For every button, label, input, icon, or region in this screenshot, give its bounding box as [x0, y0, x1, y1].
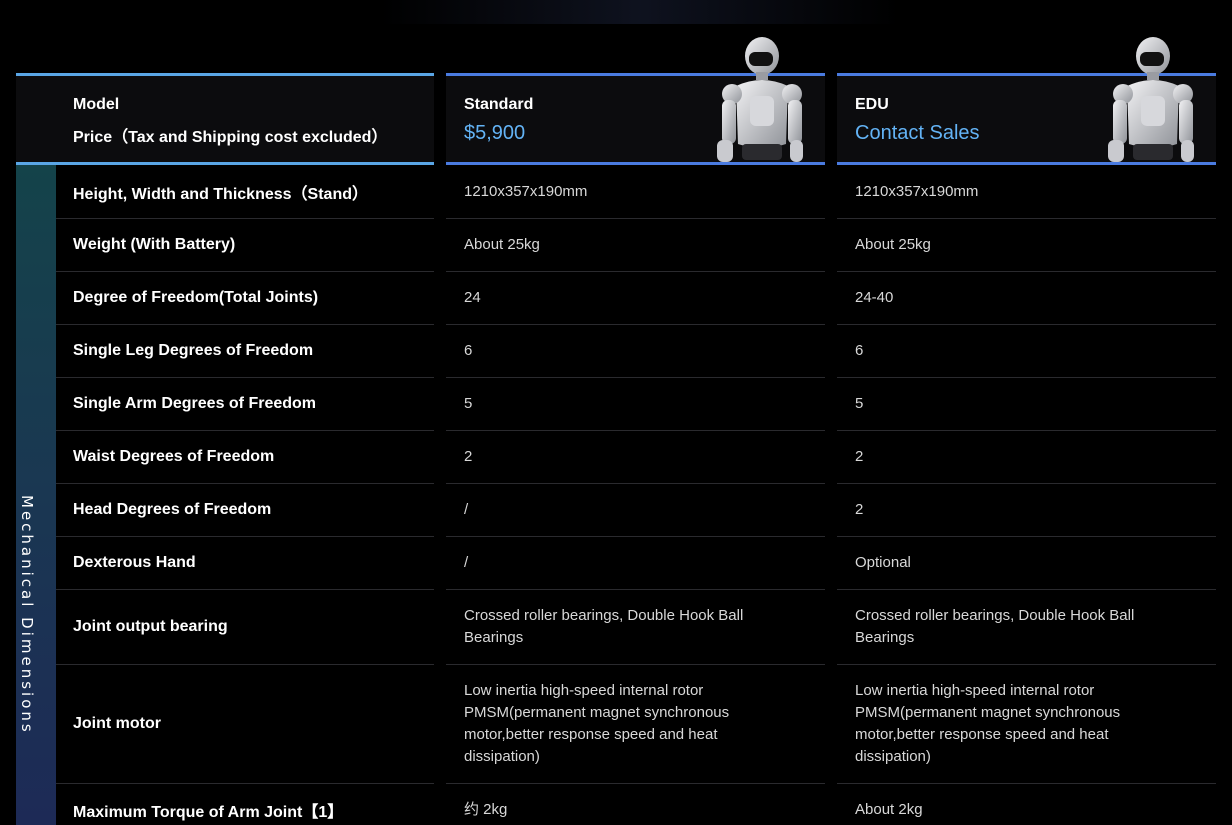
row-value-standard: /: [446, 484, 825, 537]
row-label: Maximum Torque of Arm Joint【1】: [56, 784, 434, 825]
row-value-standard: /: [446, 537, 825, 590]
row-label: Head Degrees of Freedom: [56, 484, 434, 537]
row-value-edu: About 25kg: [837, 219, 1216, 272]
row-value-standard: About 25kg: [446, 219, 825, 272]
price-label: Price（Tax and Shipping cost excluded）: [73, 129, 388, 146]
table-row: Dexterous Hand / Optional: [56, 537, 1232, 590]
row-label: Degree of Freedom(Total Joints): [56, 272, 434, 325]
table-row: Joint output bearing Crossed roller bear…: [56, 590, 1232, 665]
row-value-standard: 24: [446, 272, 825, 325]
row-value-edu: 24-40: [837, 272, 1216, 325]
category-label: Mechanical Dimensions: [18, 495, 36, 735]
row-value-standard: 6: [446, 325, 825, 378]
row-value-standard: Low inertia high-speed internal rotor PM…: [446, 665, 825, 784]
row-value-standard: 5: [446, 378, 825, 431]
row-value-standard: Crossed roller bearings, Double Hook Bal…: [446, 590, 825, 665]
plan-price-standard: $5,900: [464, 122, 526, 144]
row-value-standard: 约 2kg: [446, 784, 825, 825]
row-value-edu: 2: [837, 431, 1216, 484]
row-value-standard: 2: [446, 431, 825, 484]
row-value-edu: 5: [837, 378, 1216, 431]
robot-image-edu: [1108, 37, 1194, 162]
robot-image-standard: [717, 37, 803, 162]
row-label: Single Leg Degrees of Freedom: [56, 325, 434, 378]
table-row: Single Arm Degrees of Freedom 5 5: [56, 378, 1232, 431]
table-row: Waist Degrees of Freedom 2 2: [56, 431, 1232, 484]
plan-name-edu: EDU: [855, 96, 889, 113]
model-label: Model: [73, 96, 120, 113]
row-value-edu: Crossed roller bearings, Double Hook Bal…: [837, 590, 1216, 665]
top-glow: [380, 0, 900, 24]
plan-name-standard: Standard: [464, 96, 534, 113]
row-label: Joint motor: [56, 665, 434, 784]
row-value-edu: 2: [837, 484, 1216, 537]
row-label: Weight (With Battery): [56, 219, 434, 272]
spec-comparison-page: Model Price（Tax and Shipping cost exclud…: [0, 0, 1232, 825]
header-label-cell: Model Price（Tax and Shipping cost exclud…: [16, 73, 434, 165]
table-row: Maximum Torque of Arm Joint【1】 约 2kg Abo…: [56, 784, 1232, 825]
row-label: Joint output bearing: [56, 590, 434, 665]
row-value-standard: 1210x357x190mm: [446, 166, 825, 219]
row-value-edu: 6: [837, 325, 1216, 378]
table-row: Head Degrees of Freedom / 2: [56, 484, 1232, 537]
row-label: Single Arm Degrees of Freedom: [56, 378, 434, 431]
row-value-edu: Optional: [837, 537, 1216, 590]
table-row: Weight (With Battery) About 25kg About 2…: [56, 219, 1232, 272]
table-row: Height, Width and Thickness（Stand） 1210x…: [56, 166, 1232, 219]
plan-price-edu[interactable]: Contact Sales: [855, 122, 980, 145]
row-label: Height, Width and Thickness（Stand）: [56, 166, 434, 219]
table-row: Joint motor Low inertia high-speed inter…: [56, 665, 1232, 784]
table-row: Single Leg Degrees of Freedom 6 6: [56, 325, 1232, 378]
table-row: Degree of Freedom(Total Joints) 24 24-40: [56, 272, 1232, 325]
row-value-edu: About 2kg: [837, 784, 1216, 825]
row-value-edu: Low inertia high-speed internal rotor PM…: [837, 665, 1216, 784]
row-label: Dexterous Hand: [56, 537, 434, 590]
row-label: Waist Degrees of Freedom: [56, 431, 434, 484]
row-value-edu: 1210x357x190mm: [837, 166, 1216, 219]
